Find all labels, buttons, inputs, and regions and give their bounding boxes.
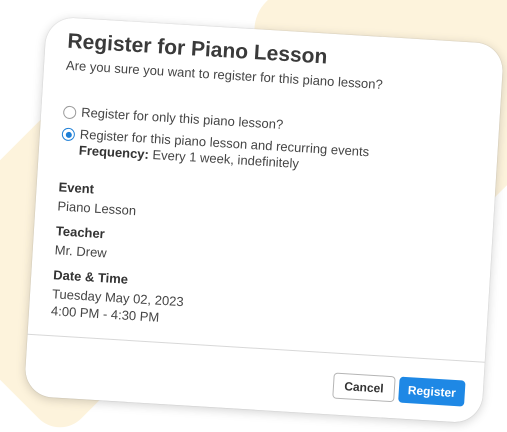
cancel-button[interactable]: Cancel (332, 372, 396, 403)
option-recurring[interactable]: Register for this piano lesson and recur… (60, 126, 370, 176)
event-value: Piano Lesson (57, 198, 137, 219)
radio-button-selected[interactable] (61, 127, 76, 142)
screen: Register for Piano Lesson Are you sure y… (0, 0, 507, 432)
teacher-label: Teacher (55, 223, 106, 242)
event-label: Event (58, 179, 95, 197)
register-button[interactable]: Register (398, 376, 466, 407)
option-recurring-text: Register for this piano lesson and recur… (78, 127, 369, 176)
teacher-value: Mr. Drew (54, 242, 108, 261)
frequency-label: Frequency: (78, 142, 150, 162)
register-dialog: Register for Piano Lesson Are you sure y… (23, 16, 505, 424)
footer-divider (27, 333, 485, 363)
radio-button[interactable] (62, 105, 77, 120)
datetime-label: Date & Time (52, 267, 129, 287)
